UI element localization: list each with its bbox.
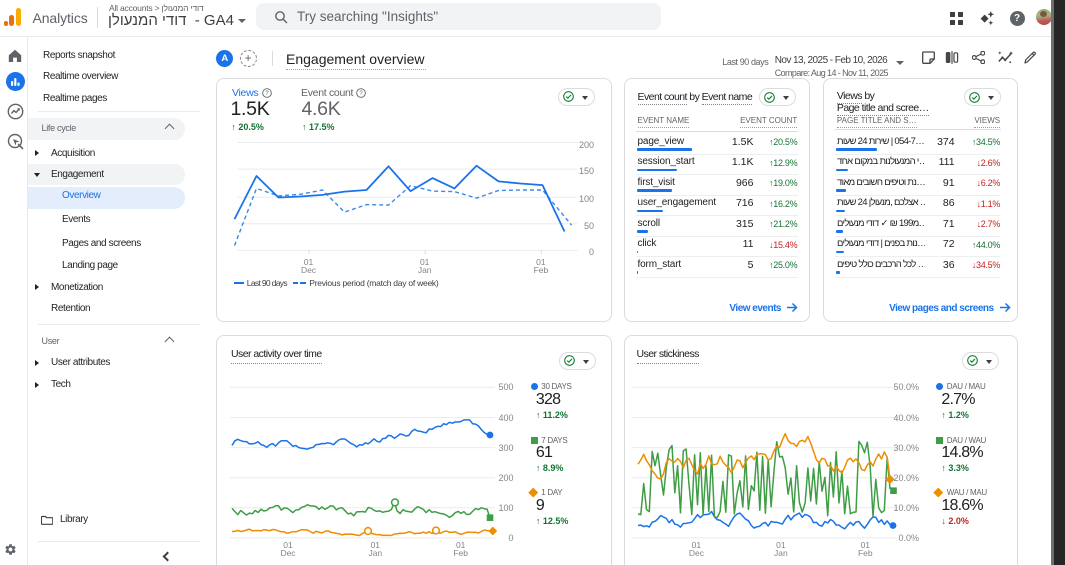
svg-text:?: ? <box>265 90 269 97</box>
svg-text:?: ? <box>359 90 363 97</box>
